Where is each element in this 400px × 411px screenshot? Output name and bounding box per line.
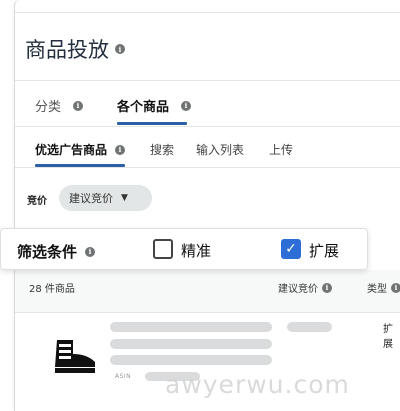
filter-title: 筛选条件 i	[17, 241, 96, 262]
info-icon[interactable]: i	[73, 100, 84, 111]
table-header: 28 件商品 建议竞价 i 类型 i	[15, 270, 400, 313]
tab-category-label: 分类	[35, 100, 62, 115]
top-strip	[15, 0, 400, 13]
checkmark-icon: ✓	[285, 241, 297, 257]
tab-individual-products-label: 各个商品	[117, 100, 170, 115]
expand-checkbox[interactable]: ✓	[281, 239, 301, 259]
product-title-placeholder	[110, 339, 272, 349]
column-suggested-bid-label: 建议竞价	[278, 284, 318, 295]
page-title-text: 商品投放	[25, 38, 109, 62]
watermark: awyerwu.com	[165, 370, 350, 399]
exact-checkbox[interactable]	[153, 239, 173, 259]
bid-select[interactable]: 建议竞价 ▼	[59, 185, 152, 211]
subtab-search[interactable]: 搜索	[150, 141, 174, 158]
tab-active-indicator	[117, 122, 187, 125]
subtab-enter-list[interactable]: 输入列表	[196, 141, 244, 158]
row-type: 扩展	[383, 324, 393, 350]
info-icon[interactable]: i	[181, 100, 192, 111]
info-icon[interactable]: i	[322, 282, 332, 293]
page-title: 商品投放 i	[25, 34, 125, 64]
exact-label: 精准	[181, 242, 212, 260]
product-title-placeholder	[110, 355, 272, 365]
divider	[15, 167, 400, 168]
bid-select-value: 建议竞价	[69, 192, 113, 205]
asin-label: ASIN	[115, 373, 132, 380]
info-icon[interactable]: i	[115, 144, 126, 155]
subtab-suggested-products[interactable]: 优选广告商品 i	[35, 141, 126, 158]
chevron-down-icon: ▼	[121, 193, 128, 203]
subtab-upload[interactable]: 上传	[269, 141, 293, 158]
bid-placeholder	[287, 322, 332, 332]
info-icon[interactable]: i	[85, 246, 96, 257]
tab-category[interactable]: 分类 i	[35, 96, 84, 115]
column-type-label: 类型	[367, 284, 387, 295]
subtab-enter-list-label: 输入列表	[196, 143, 245, 157]
info-icon[interactable]: i	[391, 282, 400, 293]
subtab-upload-label: 上传	[269, 143, 294, 157]
divider	[15, 80, 400, 81]
product-count: 28 件商品	[29, 284, 75, 295]
subtab-search-label: 搜索	[150, 143, 175, 157]
filter-title-text: 筛选条件	[17, 243, 78, 261]
column-suggested-bid[interactable]: 建议竞价 i	[278, 280, 332, 295]
bid-label: 竞价	[27, 196, 47, 207]
divider	[15, 126, 400, 127]
tab-individual-products[interactable]: 各个商品 i	[117, 96, 192, 115]
filter-bar: 筛选条件 i 精准 ✓ 扩展	[0, 228, 368, 270]
expand-label: 扩展	[309, 242, 340, 260]
column-type[interactable]: 类型 i	[367, 280, 400, 295]
targeting-panel: 商品投放 i 分类 i 各个商品 i 优选广告商品 i 搜索 输入列表 上传 竞…	[14, 0, 400, 411]
info-icon[interactable]: i	[115, 44, 125, 54]
boot-icon	[55, 340, 95, 373]
subtab-suggested-label: 优选广告商品	[35, 143, 108, 157]
product-title-placeholder	[110, 322, 272, 332]
